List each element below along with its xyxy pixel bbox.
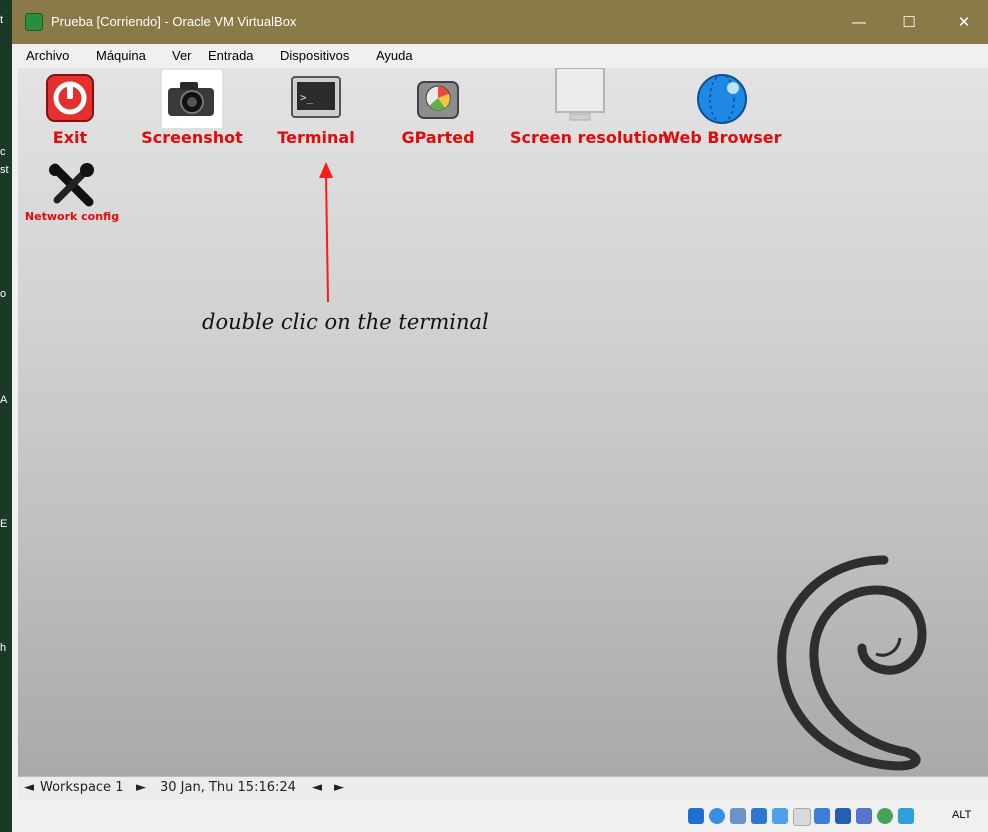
- terminal-icon: >_: [291, 76, 341, 118]
- virtualization-status-icon[interactable]: [856, 808, 872, 824]
- monitor-icon: [555, 68, 605, 121]
- maximize-button[interactable]: ☐: [889, 10, 929, 34]
- clock: 30 Jan, Thu 15:16:24: [160, 780, 296, 795]
- title-bar[interactable]: Prueba [Corriendo] - Oracle VM VirtualBo…: [12, 0, 988, 44]
- desktop-icon-web-browser[interactable]: Web Browser: [662, 70, 782, 148]
- window-title: Prueba [Corriendo] - Oracle VM VirtualBo…: [51, 14, 297, 29]
- host-desktop-strip: t c st o A E h: [0, 0, 12, 832]
- desktop-icon-terminal[interactable]: >_ Terminal: [277, 70, 355, 148]
- menu-ayuda[interactable]: Ayuda: [376, 48, 413, 63]
- menu-archivo[interactable]: Archivo: [26, 48, 69, 63]
- audio-status-icon[interactable]: [730, 808, 746, 824]
- tools-icon: [49, 163, 94, 207]
- icon-label: Screen resolution: [510, 128, 670, 147]
- icon-label: Screenshot: [141, 128, 243, 147]
- menu-maquina[interactable]: Máquina: [96, 48, 146, 63]
- guest-desktop: Exit Screenshot >_ Terminal GParted Scre…: [18, 68, 988, 776]
- video-capture-status-icon[interactable]: [835, 808, 851, 824]
- host-strip-letter: c: [0, 146, 6, 158]
- shared-folders-status-icon[interactable]: [793, 808, 811, 826]
- mouse-integration-status-icon[interactable]: [877, 808, 893, 824]
- hard-disk-icon: [417, 81, 459, 119]
- icon-label: Web Browser: [662, 128, 782, 147]
- keyboard-capture-status-icon[interactable]: [898, 808, 914, 824]
- host-key-label: ALT: [952, 809, 972, 821]
- icon-label: GParted: [401, 128, 475, 147]
- menu-ver[interactable]: Ver: [172, 48, 192, 63]
- prev-workspace-button[interactable]: ◄: [24, 780, 34, 795]
- host-strip-letter: o: [0, 288, 7, 300]
- icon-label: Terminal: [277, 128, 355, 147]
- debian-logo: [777, 555, 927, 771]
- virtualbox-window: Prueba [Corriendo] - Oracle VM VirtualBo…: [12, 0, 988, 832]
- desktop-icon-screen-resolution[interactable]: Screen resolution: [510, 68, 669, 148]
- workspace-label[interactable]: Workspace 1: [40, 780, 123, 795]
- hard-disk-status-icon[interactable]: [688, 808, 704, 824]
- next-button[interactable]: ►: [334, 780, 344, 795]
- next-workspace-button[interactable]: ►: [136, 780, 146, 795]
- close-button[interactable]: ✕: [944, 10, 984, 34]
- svg-text:>_: >_: [300, 91, 314, 104]
- menu-bar: Archivo Máquina Ver Entrada Dispositivos…: [12, 44, 988, 68]
- host-strip-letter: t: [0, 14, 4, 26]
- annotation-text: double clic on the terminal: [202, 310, 489, 334]
- desktop-icon-network-config[interactable]: Network config: [25, 162, 119, 232]
- desktop-icon-gparted[interactable]: GParted: [401, 70, 475, 148]
- prev-button[interactable]: ◄: [312, 780, 322, 795]
- host-strip-letter: h: [0, 642, 7, 654]
- menu-dispositivos[interactable]: Dispositivos: [280, 48, 349, 63]
- icon-label: Network config: [24, 210, 120, 223]
- power-icon: [46, 74, 94, 122]
- menu-entrada[interactable]: Entrada: [208, 48, 254, 63]
- virtualbox-icon: [25, 13, 43, 31]
- host-strip-letter: A: [0, 394, 8, 406]
- usb-status-icon[interactable]: [772, 808, 788, 824]
- host-strip-letter: E: [0, 518, 8, 530]
- camera-icon: [162, 70, 222, 128]
- guest-taskbar: ◄ Workspace 1 ► 30 Jan, Thu 15:16:24 ◄ ►: [18, 776, 988, 800]
- minimize-button[interactable]: —: [839, 10, 879, 34]
- optical-drive-status-icon[interactable]: [709, 808, 725, 824]
- display-status-icon[interactable]: [814, 808, 830, 824]
- host-strip-letter: st: [0, 164, 9, 176]
- network-status-icon[interactable]: [751, 808, 767, 824]
- desktop-icon-screenshot[interactable]: Screenshot: [141, 70, 243, 148]
- status-bar: ALT: [12, 799, 988, 832]
- annotation-arrow: [319, 162, 333, 303]
- desktop-icon-exit[interactable]: Exit: [40, 70, 100, 148]
- globe-icon: [697, 74, 747, 124]
